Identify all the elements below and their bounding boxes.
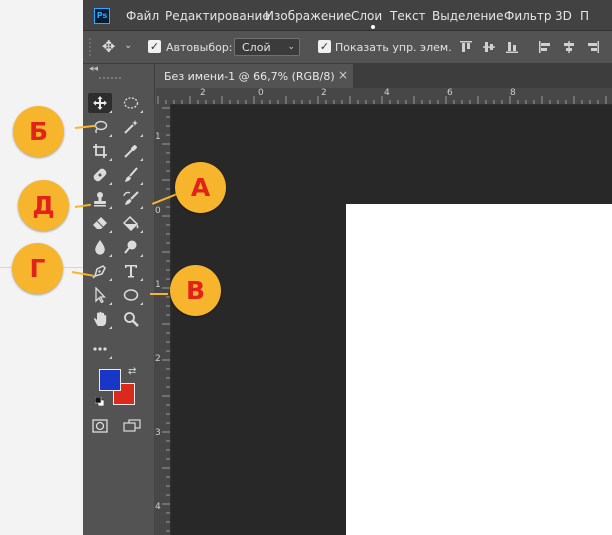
ellipse-shape-icon[interactable] bbox=[119, 285, 143, 305]
menu-bar: Ps Файл Редактирование Изображение Слои … bbox=[83, 0, 612, 31]
show-transform-label: Показать упр. элем. bbox=[335, 41, 452, 54]
ruler-label: 6 bbox=[447, 88, 453, 98]
photoshop-window: Ps Файл Редактирование Изображение Слои … bbox=[83, 0, 612, 535]
align-vcenter-icon[interactable] bbox=[482, 40, 496, 54]
auto-select-checkbox[interactable]: ✓ bbox=[148, 40, 161, 53]
annotation-badge-g: Г bbox=[12, 243, 63, 294]
menu-filter[interactable]: Фильтр bbox=[504, 9, 551, 23]
elliptical-marquee-icon[interactable] bbox=[119, 93, 143, 113]
magic-wand-icon[interactable] bbox=[119, 117, 143, 137]
quick-mask-icon[interactable] bbox=[92, 419, 108, 433]
auto-select-dropdown[interactable]: Слой ⌄ bbox=[234, 38, 300, 56]
align-top-icon[interactable] bbox=[459, 40, 473, 54]
document-canvas[interactable] bbox=[346, 204, 612, 535]
crop-icon[interactable] bbox=[88, 141, 112, 161]
menu-file[interactable]: Файл bbox=[126, 9, 159, 23]
ruler-label: 2 bbox=[155, 354, 161, 364]
blur-icon[interactable] bbox=[88, 237, 112, 257]
swap-colors-icon[interactable]: ⇄ bbox=[128, 366, 136, 377]
move-icon[interactable]: ✥ bbox=[102, 37, 115, 56]
paint-bucket-icon[interactable] bbox=[119, 213, 143, 233]
menu-view[interactable]: П bbox=[580, 9, 589, 23]
ruler-label: 1 bbox=[155, 132, 161, 142]
ruler-label: 2 bbox=[321, 88, 327, 98]
move-tool-icon[interactable] bbox=[88, 93, 112, 113]
document-tab-bar: Без имени-1 @ 66,7% (RGB/8) × bbox=[156, 64, 612, 88]
align-bottom-icon[interactable] bbox=[505, 40, 519, 54]
healing-brush-icon[interactable] bbox=[88, 165, 112, 185]
auto-select-label: Автовыбор: bbox=[166, 41, 233, 54]
eyedropper-icon[interactable] bbox=[119, 141, 143, 161]
ps-logo-icon: Ps bbox=[94, 8, 110, 24]
annotation-pointer bbox=[150, 293, 168, 295]
align-hcenter-icon[interactable] bbox=[562, 40, 576, 54]
document-tab-title: Без имени-1 @ 66,7% (RGB/8) bbox=[164, 70, 335, 83]
align-left-icon[interactable] bbox=[538, 40, 552, 54]
ruler-label: 4 bbox=[384, 88, 390, 98]
auto-select-value: Слой bbox=[242, 41, 271, 54]
options-grip[interactable] bbox=[89, 38, 93, 56]
more-tools-icon[interactable] bbox=[88, 339, 112, 359]
annotation-badge-a: А bbox=[175, 162, 226, 213]
dropdown-caret-icon: ⌄ bbox=[287, 42, 295, 52]
menu-select[interactable]: Выделение bbox=[432, 9, 503, 23]
ruler-label: 8 bbox=[510, 88, 516, 98]
history-brush-icon[interactable] bbox=[119, 189, 143, 209]
ruler-label: 0 bbox=[258, 88, 264, 98]
ruler-label: 3 bbox=[155, 428, 161, 438]
annotation-badge-v: В bbox=[170, 265, 221, 316]
ruler-label: 2 bbox=[200, 88, 206, 98]
pen-icon[interactable] bbox=[88, 261, 112, 281]
collapse-panel-icon[interactable]: ◂◂ bbox=[89, 64, 98, 74]
zoom-icon[interactable] bbox=[119, 309, 143, 329]
menu-edit[interactable]: Редактирование bbox=[165, 9, 270, 23]
menu-layer[interactable]: Слои bbox=[351, 9, 382, 23]
clone-stamp-icon[interactable] bbox=[88, 189, 112, 209]
vertical-ruler: 1 0 1 2 3 4 bbox=[154, 104, 171, 535]
hand-icon[interactable] bbox=[88, 309, 112, 329]
ruler-label: 0 bbox=[155, 206, 161, 216]
screen-mode-icon[interactable] bbox=[123, 419, 141, 433]
document-tab[interactable]: Без имени-1 @ 66,7% (RGB/8) × bbox=[156, 64, 353, 88]
tools-panel: ◂◂ ⇄ bbox=[83, 64, 155, 535]
chevron-down-icon[interactable]: ⌄ bbox=[124, 40, 132, 51]
menu-image[interactable]: Изображение bbox=[265, 9, 351, 23]
show-transform-checkbox[interactable]: ✓ bbox=[318, 40, 331, 53]
foreground-color-swatch[interactable] bbox=[99, 369, 121, 391]
eraser-icon[interactable] bbox=[88, 213, 112, 233]
options-bar: ✥ ⌄ ✓ Автовыбор: Слой ⌄ ✓ Показать упр. … bbox=[83, 31, 612, 64]
menu-3d[interactable]: 3D bbox=[555, 9, 572, 23]
menu-cursor-dot bbox=[371, 25, 375, 29]
annotation-badge-d: Д bbox=[18, 180, 69, 231]
brush-icon[interactable] bbox=[119, 165, 143, 185]
default-colors-icon[interactable] bbox=[95, 397, 104, 406]
annotation-badge-b: Б bbox=[13, 106, 64, 157]
tools-panel-grip[interactable] bbox=[99, 77, 121, 81]
align-right-icon[interactable] bbox=[586, 40, 600, 54]
horizontal-ruler: 2 0 2 4 6 8 bbox=[156, 88, 612, 105]
close-icon[interactable]: × bbox=[338, 68, 348, 82]
menu-type[interactable]: Текст bbox=[390, 9, 426, 23]
dodge-icon[interactable] bbox=[119, 237, 143, 257]
path-selection-icon[interactable] bbox=[88, 285, 112, 305]
ruler-label: 1 bbox=[155, 280, 161, 290]
ruler-label: 4 bbox=[155, 502, 161, 512]
type-icon[interactable] bbox=[119, 261, 143, 281]
